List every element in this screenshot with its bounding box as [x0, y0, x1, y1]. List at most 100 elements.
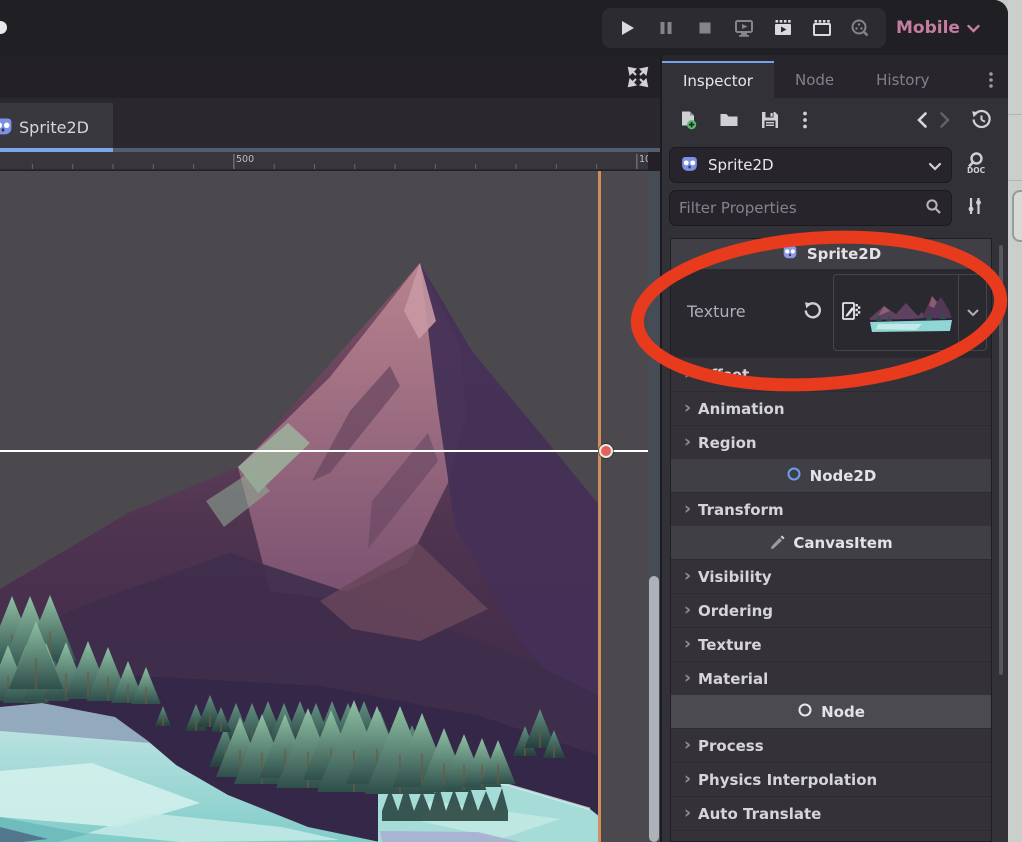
history-forward-icon[interactable]	[939, 111, 951, 133]
category-transform[interactable]: › Transform	[671, 492, 991, 526]
chevron-right-icon: ›	[684, 803, 691, 823]
chevron-right-icon: ›	[684, 837, 691, 842]
editor-top-bar: Mobile	[0, 0, 1008, 55]
chevron-right-icon: ›	[684, 769, 691, 789]
texture-value-box[interactable]	[833, 274, 987, 351]
scene-tab-label: Sprite2D	[19, 118, 89, 137]
2d-viewport-pane: Sprite2D 5001000	[0, 55, 660, 842]
background-window-line	[1008, 180, 1022, 181]
category-region[interactable]: ›Region	[671, 425, 991, 459]
category-label: Physics Interpolation	[698, 771, 877, 789]
inspector-tab-bar: InspectorNodeHistory	[662, 55, 1008, 98]
category-texture[interactable]: ›Texture	[671, 627, 991, 661]
godot-icon	[679, 153, 700, 178]
category-animation[interactable]: ›Animation	[671, 391, 991, 425]
godot-editor-window: Mobile Sprite2D	[0, 0, 1008, 842]
save-resource-icon[interactable]	[760, 110, 780, 134]
category-auto-translate[interactable]: › Auto Translate	[671, 796, 991, 830]
play-custom-scene-button[interactable]	[807, 13, 837, 43]
run-toolbar	[602, 8, 886, 48]
pause-button[interactable]	[651, 13, 681, 43]
window-control-dot	[0, 21, 7, 34]
chevron-right-icon: ›	[684, 600, 691, 620]
inspector-scrollbar-thumb[interactable]	[999, 245, 1003, 675]
edited-object-name: Sprite2D	[708, 156, 774, 174]
filter-placeholder-text: Filter Properties	[679, 199, 797, 217]
category-label: Process	[698, 737, 764, 755]
section-header-node[interactable]: Node	[671, 695, 991, 728]
chevron-right-icon: ›	[684, 735, 691, 755]
2d-canvas[interactable]	[0, 171, 648, 842]
section-header-canvasitem[interactable]: CanvasItem	[671, 526, 991, 559]
category-label: Ordering	[698, 602, 773, 620]
edit-texture-icon[interactable]	[841, 301, 861, 325]
edit-history-icon[interactable]	[971, 109, 992, 134]
dock-menu-icon[interactable]	[984, 61, 998, 98]
canvasitem-icon	[769, 533, 785, 553]
scene-tab-sprite2d[interactable]: Sprite2D	[0, 103, 113, 152]
background-window-line	[1008, 114, 1022, 115]
category-offset[interactable]: › Offset	[671, 357, 991, 391]
godot-icon	[0, 114, 15, 142]
category-label: Auto Translate	[698, 805, 821, 823]
section-header-label: Node	[821, 703, 865, 721]
chevron-right-icon: ›	[684, 499, 691, 519]
revert-property-icon[interactable]	[803, 301, 822, 324]
open-docs-icon[interactable]: DOC	[965, 151, 987, 179]
texture-thumbnail[interactable]	[866, 288, 958, 338]
resource-extra-options-icon[interactable]	[801, 110, 809, 134]
category-label: Texture	[698, 636, 762, 654]
new-resource-icon[interactable]	[678, 110, 698, 134]
category-label: Editor Description	[698, 839, 851, 842]
tab-inspector[interactable]: Inspector	[662, 61, 774, 98]
history-back-icon[interactable]	[916, 111, 928, 133]
expand-viewport-icon[interactable]	[626, 65, 650, 89]
tab-history[interactable]: History	[855, 61, 950, 98]
filter-properties-input[interactable]: Filter Properties	[669, 190, 952, 226]
play-remote-debug-button[interactable]	[729, 13, 759, 43]
edited-object-dropdown[interactable]: Sprite2D	[669, 147, 952, 183]
play-button[interactable]	[612, 13, 642, 43]
category-label: Material	[698, 670, 768, 688]
category-physics-interpolation[interactable]: › Physics Interpolation	[671, 762, 991, 796]
scene-tab-bar: Sprite2D	[0, 98, 660, 152]
inspector-dock: InspectorNodeHistory	[660, 55, 1008, 842]
category-label: Animation	[698, 400, 784, 418]
play-scene-button[interactable]	[768, 13, 798, 43]
section-header-node2d[interactable]: Node2D	[671, 459, 991, 492]
viewport-scrollbar-thumb[interactable]	[649, 576, 659, 842]
section-header-label: Sprite2D	[807, 245, 881, 263]
category-process[interactable]: › Process	[671, 728, 991, 762]
background-desktop-strip	[1008, 0, 1022, 842]
chevron-down-icon	[967, 18, 980, 37]
viewport-toolbar	[0, 55, 660, 98]
category-label: Transform	[698, 501, 784, 519]
property-label: Texture	[687, 302, 746, 321]
sprite-texture-artwork	[0, 171, 648, 842]
property-list: Sprite2DTexture›Offset›Animation›RegionN…	[670, 238, 992, 842]
viewport-vertical-scrollbar[interactable]	[648, 171, 660, 842]
run-profile-dropdown[interactable]: Mobile	[896, 0, 980, 55]
chevron-down-icon	[928, 156, 942, 175]
horizontal-ruler: 5001000	[0, 152, 648, 170]
background-window-card	[1012, 190, 1022, 242]
property-tools-icon[interactable]	[965, 196, 984, 220]
section-header-label: Node2D	[810, 467, 877, 485]
chevron-right-icon: ›	[684, 364, 691, 384]
section-header-sprite2d[interactable]: Sprite2D	[671, 239, 991, 269]
stop-button[interactable]	[690, 13, 720, 43]
category-ordering[interactable]: › Ordering	[671, 593, 991, 627]
category-label: Offset	[698, 366, 749, 384]
node-anchor-handle[interactable]	[599, 444, 613, 458]
load-resource-folder-icon[interactable]	[719, 110, 739, 134]
tab-node[interactable]: Node	[774, 61, 855, 98]
node2d-icon	[786, 466, 802, 486]
category-material[interactable]: ›Material	[671, 661, 991, 695]
texture-dropdown-button[interactable]	[958, 275, 986, 350]
vertical-guide-line	[598, 171, 601, 842]
movie-maker-mode-button[interactable]	[845, 13, 875, 43]
ruler-label: 1000	[639, 154, 648, 165]
category-visibility[interactable]: ›Visibility	[671, 559, 991, 593]
category-editor-description[interactable]: › Editor Description	[671, 830, 991, 842]
godot-icon	[781, 243, 799, 265]
